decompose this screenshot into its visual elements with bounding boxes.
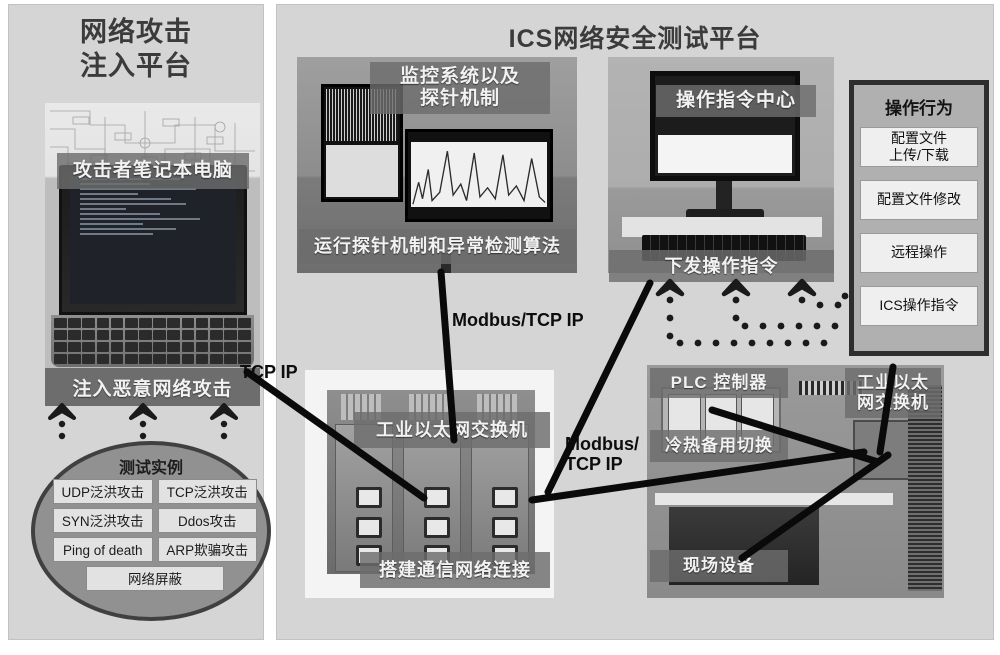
test-case-item[interactable]: TCP泛洪攻击	[157, 479, 257, 504]
test-case-item-network-shield[interactable]: 网络屏蔽	[86, 566, 224, 591]
issue-operation-command-label: 下发操作指令	[609, 250, 834, 282]
test-cases-title: 测试实例	[118, 460, 183, 477]
operation-item-line1: 配置文件	[891, 129, 947, 146]
command-center-overlay-label: 操作指令中心	[656, 85, 816, 117]
modbus-tcpip-link-label-1: Modbus/TCP IP	[452, 310, 584, 330]
diagram-canvas: 网络攻击 注入平台 攻击者笔记本电脑 注入恶意网络攻击 测试实例 UDP泛洪攻击…	[0, 0, 1000, 655]
hot-cold-standby-label: 冷热备用切换	[650, 430, 788, 462]
operation-behaviors-title: 操作行为	[885, 99, 953, 118]
left-title-line2: 注入平台	[80, 51, 192, 81]
test-case-item[interactable]: Ddos攻击	[157, 508, 257, 533]
test-cases-ellipse: 测试实例 UDP泛洪攻击 TCP泛洪攻击 SYN泛洪攻击 Ddos攻击 Ping…	[31, 441, 271, 621]
probe-anomaly-algorithm-label: 运行探针机制和异常检测算法	[299, 229, 576, 264]
operation-item-line2: 上传/下载	[889, 147, 949, 163]
packet-list-display	[326, 145, 398, 197]
cabinet-shelf	[655, 493, 893, 505]
test-case-item[interactable]: ARP欺骗攻击	[157, 537, 257, 562]
plc-industrial-switch-label: 工业以太 网交换机	[845, 368, 941, 418]
monitor-neck	[716, 181, 732, 211]
plc-controller-label: PLC 控制器	[650, 368, 788, 398]
attacker-laptop-photo	[45, 103, 260, 373]
operation-item-line1: 配置文件修改	[877, 191, 961, 208]
operation-item[interactable]: 远程操作	[860, 233, 978, 273]
attack-injection-platform-panel: 网络攻击 注入平台 攻击者笔记本电脑 注入恶意网络攻击 测试实例 UDP泛洪攻击…	[8, 4, 271, 640]
test-case-item[interactable]: Ping of death	[53, 537, 153, 562]
operation-item[interactable]: 配置文件修改	[860, 180, 978, 220]
monitoring-overlay-line2: 探针机制	[419, 88, 500, 109]
monitoring-system-overlay-label: 监控系统以及 探针机制	[370, 62, 550, 114]
right-panel-title: ICS网络安全测试平台	[508, 25, 762, 53]
operation-behaviors-panel: 操作行为 配置文件 上传/下载 配置文件修改 远程操作 ICS操作指令	[849, 80, 989, 356]
industrial-ethernet-switch-overlay-label: 工业以太网交换机	[354, 412, 550, 448]
plc-switch-line2: 网交换机	[857, 393, 929, 412]
laptop-keyboard	[51, 315, 254, 367]
test-case-item[interactable]: UDP泛洪攻击	[53, 479, 153, 504]
operation-item-line1: ICS操作指令	[879, 297, 959, 314]
plc-switch-line1: 工业以太	[857, 373, 929, 393]
attacker-laptop-label: 攻击者笔记本电脑	[57, 153, 249, 189]
monitoring-overlay-line1: 监控系统以及	[399, 66, 520, 88]
operation-item[interactable]: 配置文件 上传/下载	[860, 127, 978, 167]
monitor-right	[405, 129, 553, 222]
modbus-label2-line2: TCP IP	[565, 454, 623, 475]
operation-item[interactable]: ICS操作指令	[860, 286, 978, 326]
inject-malicious-attack-label: 注入恶意网络攻击	[45, 368, 260, 406]
test-case-item[interactable]: SYN泛洪攻击	[53, 508, 153, 533]
left-panel-title: 网络攻击 注入平台	[9, 15, 263, 83]
build-network-connection-label: 搭建通信网络连接	[360, 552, 550, 588]
laptop-screen	[70, 175, 236, 304]
left-title-line1: 网络攻击	[80, 17, 192, 47]
command-center-screen	[658, 135, 792, 173]
spectrum-chart	[411, 142, 547, 207]
field-device-label: 现场设备	[650, 550, 788, 582]
tcp-ip-link-label: TCP IP	[240, 362, 298, 382]
desk-surface	[622, 217, 822, 237]
modbus-tcpip-link-label-2: Modbus/ TCP IP	[565, 434, 639, 474]
modbus-label2-line1: Modbus/	[565, 434, 639, 454]
test-cases-grid: UDP泛洪攻击 TCP泛洪攻击 SYN泛洪攻击 Ddos攻击 Ping of d…	[53, 479, 257, 591]
operation-item-line1: 远程操作	[891, 244, 947, 261]
